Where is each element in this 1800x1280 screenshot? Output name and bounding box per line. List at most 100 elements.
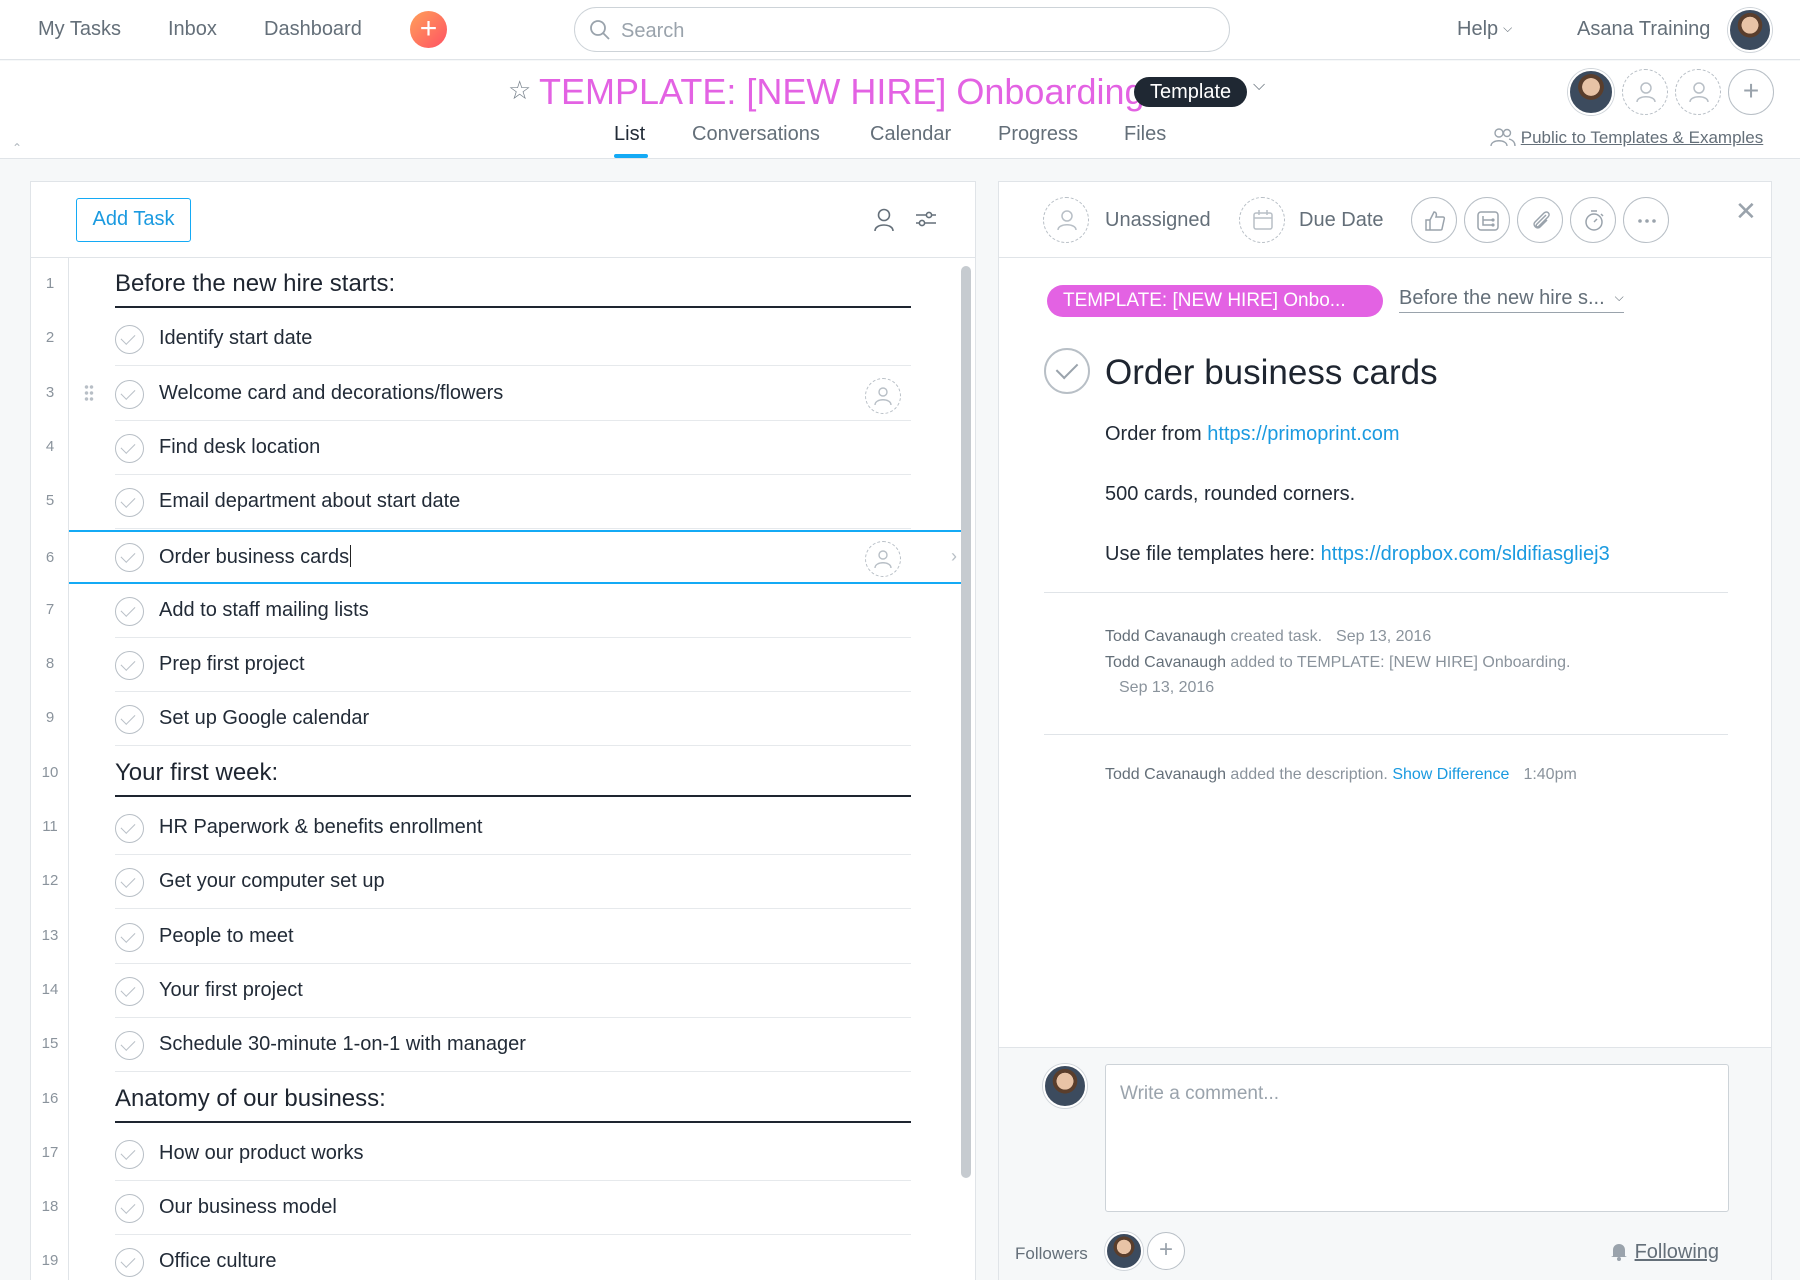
task-row[interactable]: 13 People to meet xyxy=(31,910,961,964)
task-checkbox[interactable] xyxy=(115,488,144,518)
task-name[interactable]: Prep first project xyxy=(159,653,305,676)
task-checkbox[interactable] xyxy=(115,814,144,843)
task-row[interactable]: 12 Get your computer set up xyxy=(31,855,961,910)
chevron-right-icon[interactable]: › xyxy=(951,546,957,567)
help-menu[interactable]: Help ⌵ xyxy=(1457,18,1512,41)
timer-button[interactable] xyxy=(1570,197,1616,243)
task-checkbox[interactable] xyxy=(115,868,144,898)
story-actor[interactable]: Todd Cavanaugh xyxy=(1105,628,1226,645)
task-name[interactable]: Your first project xyxy=(159,979,303,1002)
task-row[interactable]: 18 Our business model xyxy=(31,1181,961,1236)
description-line[interactable]: 500 cards, rounded corners. xyxy=(1105,483,1355,506)
task-row[interactable]: 4 Find desk location xyxy=(31,421,961,475)
task-name[interactable]: How our product works xyxy=(159,1142,364,1165)
task-checkbox[interactable] xyxy=(115,1248,144,1278)
description-line[interactable]: Use file templates here: https://dropbox… xyxy=(1105,543,1610,566)
task-name[interactable]: HR Paperwork & benefits enrollment xyxy=(159,816,482,839)
user-avatar[interactable] xyxy=(1728,8,1772,52)
nav-inbox[interactable]: Inbox xyxy=(168,18,217,41)
task-row[interactable]: 5 Email department about start date xyxy=(31,475,961,530)
task-name[interactable]: Find desk location xyxy=(159,436,320,459)
task-name[interactable]: Order business cards xyxy=(159,544,352,569)
section-row[interactable]: 1 Before the new hire starts: xyxy=(31,258,961,312)
close-icon[interactable]: ✕ xyxy=(1735,196,1757,227)
tab-list[interactable]: List xyxy=(614,123,645,146)
assignee-label[interactable]: Unassigned xyxy=(1105,209,1211,232)
task-name[interactable]: Set up Google calendar xyxy=(159,707,369,730)
task-checkbox[interactable] xyxy=(115,325,144,355)
task-checkbox[interactable] xyxy=(115,596,144,626)
task-name[interactable]: Schedule 30-minute 1-on-1 with manager xyxy=(159,1033,526,1056)
description-line[interactable]: Order from https://primoprint.com xyxy=(1105,423,1400,446)
task-name[interactable]: People to meet xyxy=(159,925,294,948)
task-row[interactable]: 6 Order business cards › xyxy=(46,529,961,584)
description-link[interactable]: https://primoprint.com xyxy=(1207,423,1399,445)
nav-dashboard[interactable]: Dashboard xyxy=(264,18,362,41)
tab-files[interactable]: Files xyxy=(1124,123,1166,146)
section-name[interactable]: Anatomy of our business: xyxy=(115,1085,386,1113)
add-member-button[interactable]: + xyxy=(1728,69,1774,115)
add-follower-button[interactable]: + xyxy=(1147,1232,1185,1270)
task-checkbox[interactable] xyxy=(115,542,144,572)
list-scrollbar[interactable] xyxy=(961,266,971,1178)
drag-handle-icon[interactable] xyxy=(84,383,94,402)
tab-progress[interactable]: Progress xyxy=(998,123,1078,146)
story-actor[interactable]: Todd Cavanaugh xyxy=(1105,766,1226,783)
task-row[interactable]: 2 Identify start date xyxy=(31,312,961,367)
task-row[interactable]: 15 Schedule 30-minute 1-on-1 with manager xyxy=(31,1018,961,1073)
like-button[interactable] xyxy=(1411,197,1457,243)
subtask-button[interactable] xyxy=(1464,197,1510,243)
description-link[interactable]: https://dropbox.com/sldifiasgliej3 xyxy=(1321,543,1610,565)
filter-sliders-icon[interactable] xyxy=(915,210,937,228)
task-row[interactable]: 9 Set up Google calendar xyxy=(31,692,961,747)
collapse-header-icon[interactable]: ⌃ xyxy=(12,141,22,155)
task-row[interactable]: 7 Add to staff mailing lists xyxy=(31,584,961,638)
task-checkbox[interactable] xyxy=(115,651,144,681)
privacy-setting[interactable]: Public to Templates & Examples xyxy=(1490,127,1763,148)
follower-avatar[interactable] xyxy=(1105,1232,1143,1270)
task-name[interactable]: Add to staff mailing lists xyxy=(159,599,369,622)
person-icon[interactable] xyxy=(873,208,895,232)
show-difference-link[interactable]: Show Difference xyxy=(1392,766,1509,783)
task-name[interactable]: Office culture xyxy=(159,1250,276,1273)
task-title[interactable]: Order business cards xyxy=(1105,353,1438,393)
add-task-button[interactable]: Add Task xyxy=(76,198,191,242)
task-row[interactable]: 14 Your first project xyxy=(31,964,961,1018)
tab-conversations[interactable]: Conversations xyxy=(692,123,820,146)
task-checkbox[interactable] xyxy=(115,705,144,735)
nav-my-tasks[interactable]: My Tasks xyxy=(38,18,121,41)
complete-task-checkbox[interactable] xyxy=(1044,348,1090,394)
tab-calendar[interactable]: Calendar xyxy=(870,123,951,146)
section-row[interactable]: 16 Anatomy of our business: xyxy=(31,1073,961,1127)
section-row[interactable]: 10 Your first week: xyxy=(31,747,961,801)
story-actor[interactable]: Todd Cavanaugh xyxy=(1105,654,1226,671)
due-date-button[interactable] xyxy=(1239,197,1285,243)
star-icon[interactable]: ☆ xyxy=(508,75,531,106)
task-name[interactable]: Our business model xyxy=(159,1196,337,1219)
task-checkbox[interactable] xyxy=(115,976,144,1006)
more-actions-button[interactable] xyxy=(1623,197,1669,243)
task-name[interactable]: Welcome card and decorations/flowers xyxy=(159,382,503,405)
task-checkbox[interactable] xyxy=(115,922,144,952)
task-checkbox[interactable] xyxy=(115,1139,144,1169)
project-pill[interactable]: TEMPLATE: [NEW HIRE] Onbo... xyxy=(1047,285,1383,317)
task-name[interactable]: Email department about start date xyxy=(159,490,460,513)
following-toggle[interactable]: Following xyxy=(1609,1241,1719,1264)
row-assignee-button[interactable] xyxy=(865,540,901,577)
comment-input[interactable]: Write a comment... xyxy=(1105,1064,1729,1212)
assignee-button[interactable] xyxy=(1043,197,1089,243)
task-row[interactable]: 11 HR Paperwork & benefits enrollment xyxy=(31,801,961,855)
section-selector[interactable]: Before the new hire s... ⌵ xyxy=(1399,287,1624,313)
task-checkbox[interactable] xyxy=(115,1031,144,1061)
member-avatar[interactable] xyxy=(1568,69,1614,115)
due-date-label[interactable]: Due Date xyxy=(1299,209,1384,232)
task-row[interactable]: 8 Prep first project xyxy=(31,638,961,693)
task-row[interactable]: 3 Welcome card and decorations/flowers xyxy=(31,367,961,421)
section-name[interactable]: Your first week: xyxy=(115,759,278,787)
task-row[interactable]: 17 How our product works xyxy=(31,1127,961,1181)
member-placeholder[interactable] xyxy=(1675,69,1721,115)
user-name[interactable]: Asana Training xyxy=(1577,18,1710,41)
task-checkbox[interactable] xyxy=(115,1194,144,1224)
task-checkbox[interactable] xyxy=(115,433,144,463)
chevron-down-icon[interactable]: ⌵ xyxy=(1253,77,1265,95)
